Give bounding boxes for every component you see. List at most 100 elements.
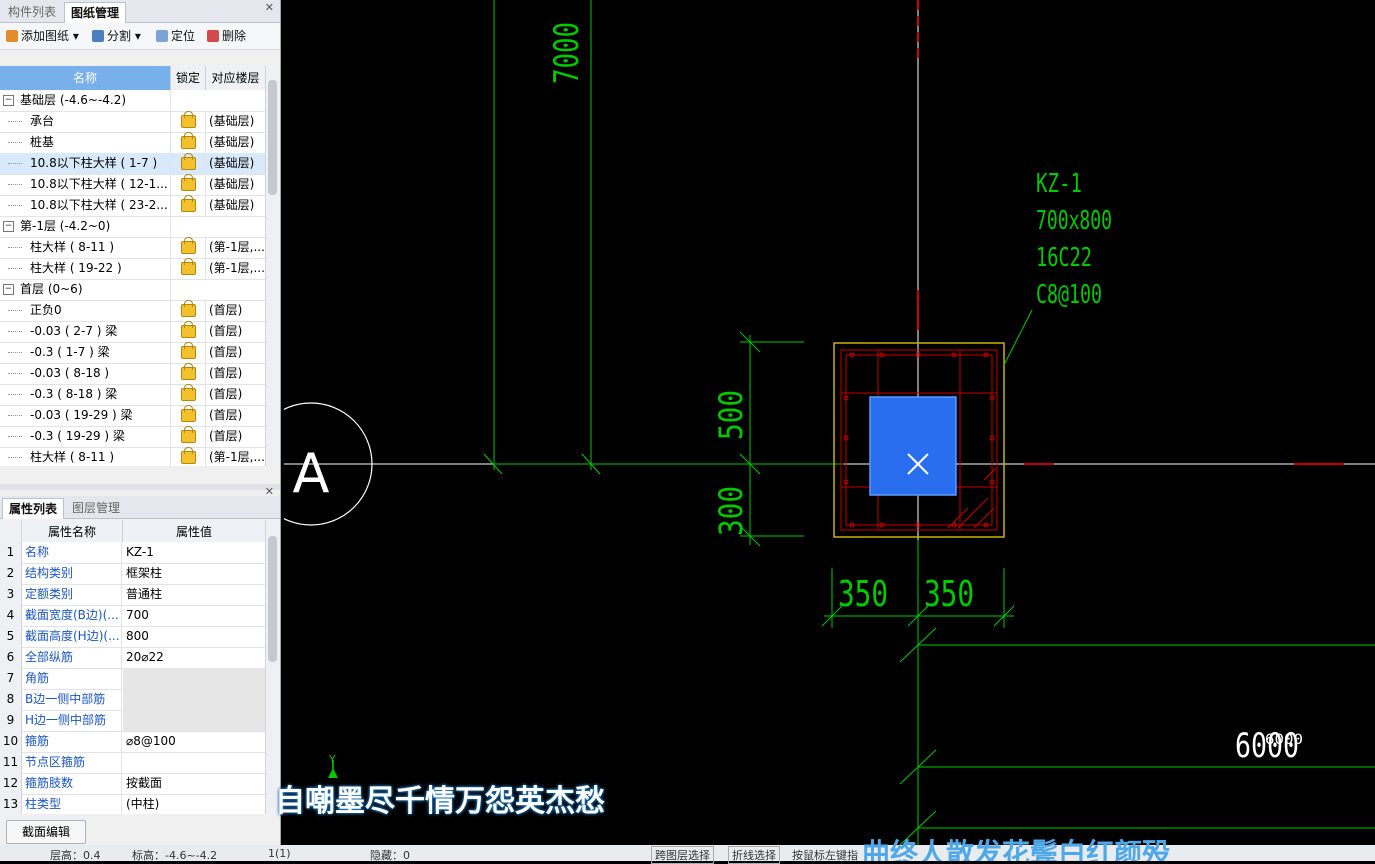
property-value[interactable]	[123, 710, 265, 731]
lock-icon[interactable]	[181, 342, 196, 359]
tree-row-name: -0.03 ( 8-18 )	[0, 363, 171, 384]
split-icon	[92, 30, 104, 42]
property-row[interactable]: 11 节点区箍筋	[0, 752, 265, 774]
tree-connector	[8, 205, 22, 206]
lock-cell	[171, 342, 206, 363]
tree-group-row[interactable]: − 首层 (0~6)	[0, 279, 265, 301]
tree-row-label: 10.8以下柱大样 ( 12-1...	[30, 177, 168, 191]
tree-row[interactable]: -0.03 ( 2-7 ) 梁 (首层)	[0, 321, 265, 343]
lock-icon[interactable]	[181, 426, 196, 443]
property-value[interactable]: 普通柱	[123, 584, 265, 605]
property-row[interactable]: 6 全部纵筋 20⌀22	[0, 647, 265, 669]
column-header-lock[interactable]: 锁定	[171, 66, 206, 91]
property-value[interactable]	[123, 668, 265, 689]
tree-row[interactable]: -0.3 ( 19-29 ) 梁 (首层)	[0, 426, 265, 448]
property-row[interactable]: 10 箍筋 ⌀8@100	[0, 731, 265, 753]
property-value[interactable]	[123, 752, 265, 773]
lock-icon[interactable]	[181, 258, 196, 275]
lock-icon[interactable]	[181, 321, 196, 338]
property-row[interactable]: 3 定额类别 普通柱	[0, 584, 265, 606]
property-row[interactable]: 9 H边一侧中部筋	[0, 710, 265, 732]
lock-icon[interactable]	[181, 174, 196, 191]
property-row-number: 7	[0, 668, 22, 689]
tree-row[interactable]: -0.03 ( 8-18 ) (首层)	[0, 363, 265, 385]
tree-group-row[interactable]: − 第-1层 (-4.2~0)	[0, 216, 265, 238]
close-icon[interactable]: ✕	[265, 1, 274, 14]
locate-button[interactable]: 定位	[156, 27, 195, 45]
tree-row-label: 正负0	[30, 303, 62, 317]
tree-scrollbar[interactable]	[265, 66, 280, 466]
tree-row[interactable]: 10.8以下柱大样 ( 23-2... (基础层)	[0, 195, 265, 217]
lock-icon[interactable]	[181, 447, 196, 464]
column-header-floor[interactable]: 对应楼层	[206, 66, 266, 91]
property-row[interactable]: 13 柱类型 (中柱)	[0, 794, 265, 814]
lock-icon[interactable]	[181, 132, 196, 149]
property-scroll-thumb[interactable]	[268, 536, 277, 662]
property-row[interactable]: 8 B边一侧中部筋	[0, 689, 265, 711]
property-row[interactable]: 2 结构类别 框架柱	[0, 563, 265, 585]
property-row[interactable]: 12 箍筋肢数 按截面	[0, 773, 265, 795]
selected-column-highlight[interactable]	[869, 396, 957, 496]
close-icon[interactable]: ✕	[265, 485, 274, 498]
property-scrollbar[interactable]	[265, 520, 280, 814]
property-row[interactable]: 5 截面高度(H边)(... 800	[0, 626, 265, 648]
split-button[interactable]: 分割 ▾	[92, 27, 141, 45]
property-value[interactable]: ⌀8@100	[123, 731, 265, 752]
tree-row[interactable]: 柱大样 ( 19-22 ) (第-1层,...	[0, 258, 265, 280]
tree-row[interactable]: 柱大样 ( 8-11 ) (第-1层,...	[0, 237, 265, 259]
tree-row[interactable]: 柱大样 ( 8-11 ) (第-1层,...	[0, 447, 265, 466]
property-value[interactable]: (中柱)	[123, 794, 265, 814]
add-drawing-button[interactable]: 添加图纸 ▾	[6, 27, 79, 45]
tree-row[interactable]: 10.8以下柱大样 ( 12-1... (基础层)	[0, 174, 265, 196]
property-value[interactable]: 700	[123, 605, 265, 626]
tree-row[interactable]: -0.03 ( 19-29 ) 梁 (首层)	[0, 405, 265, 427]
dim-350-left-label: 350	[838, 574, 888, 615]
tab-component-list[interactable]: 构件列表	[2, 2, 62, 22]
section-edit-button[interactable]: 截面编辑	[6, 820, 86, 844]
tree-row[interactable]: -0.3 ( 1-7 ) 梁 (首层)	[0, 342, 265, 364]
property-value[interactable]	[123, 689, 265, 710]
cross-layer-select-button[interactable]: 跨图层选择	[651, 846, 714, 864]
lock-icon[interactable]	[181, 384, 196, 401]
tab-drawing-management[interactable]: 图纸管理	[64, 2, 127, 23]
column-header-name[interactable]: 名称	[0, 66, 171, 91]
lock-icon[interactable]	[181, 405, 196, 422]
tab-property-list[interactable]: 属性列表	[2, 498, 65, 519]
dim-350-right-label: 350	[924, 574, 974, 615]
lock-icon[interactable]	[181, 237, 196, 254]
panel-splitter[interactable]	[0, 484, 280, 490]
tree-row[interactable]: 10.8以下柱大样 ( 1-7 ) (基础层)	[0, 153, 265, 175]
lock-icon[interactable]	[181, 111, 196, 128]
tree-group-row[interactable]: − 基础层 (-4.6~-4.2)	[0, 90, 265, 112]
property-value[interactable]: 800	[123, 626, 265, 647]
tree-row[interactable]: -0.3 ( 8-18 ) 梁 (首层)	[0, 384, 265, 406]
lock-icon[interactable]	[181, 300, 196, 317]
collapse-icon[interactable]: −	[3, 284, 14, 295]
property-value[interactable]: KZ-1	[123, 542, 265, 563]
lock-icon[interactable]	[181, 363, 196, 380]
tree-row-floor: (第-1层,...	[209, 240, 265, 254]
collapse-icon[interactable]: −	[3, 221, 14, 232]
tree-row[interactable]: 桩基 (基础层)	[0, 132, 265, 154]
tree-row[interactable]: 正负0 (首层)	[0, 300, 265, 322]
tree-row-label: -0.03 ( 19-29 ) 梁	[30, 408, 133, 422]
tab-layer-management[interactable]: 图层管理	[66, 498, 126, 518]
property-row[interactable]: 7 角筋	[0, 668, 265, 690]
polyline-select-button[interactable]: 折线选择	[728, 846, 780, 864]
property-value[interactable]: 按截面	[123, 773, 265, 794]
tree-scroll-thumb[interactable]	[268, 80, 277, 195]
tree-row[interactable]: 承台 (基础层)	[0, 111, 265, 133]
property-value[interactable]: 框架柱	[123, 563, 265, 584]
column-note-size: 700x800	[1036, 206, 1112, 236]
lock-icon[interactable]	[181, 195, 196, 212]
property-value[interactable]: 20⌀22	[123, 647, 265, 668]
delete-button[interactable]: 删除	[207, 27, 246, 45]
property-row-number: 10	[0, 731, 22, 752]
cad-canvas[interactable]: 7000 A 500 300 KZ-1 700x800 16C22 C8@100…	[284, 0, 1375, 845]
collapse-icon[interactable]: −	[3, 95, 14, 106]
property-row[interactable]: 4 截面宽度(B边)(... 700	[0, 605, 265, 627]
property-row[interactable]: 1 名称 KZ-1	[0, 542, 265, 564]
lock-icon[interactable]	[181, 153, 196, 170]
tree-row-name: − 基础层 (-4.6~-4.2)	[0, 90, 171, 111]
tree-row-label: 柱大样 ( 8-11 )	[30, 240, 115, 254]
